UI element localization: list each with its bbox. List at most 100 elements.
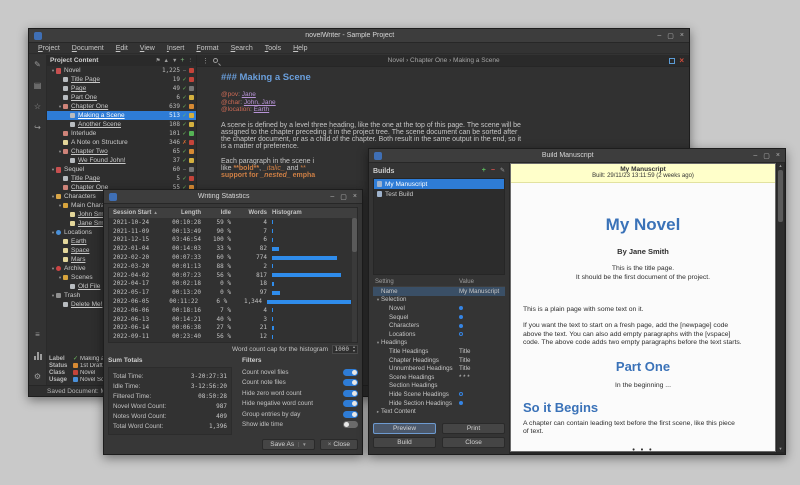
sessions-table-header[interactable]: Session Start▲ Length Idle Words Histogr…: [109, 208, 357, 218]
stats-row[interactable]: 2022-04-0200:07:2356 %817: [109, 271, 357, 280]
close-document-icon[interactable]: ×: [679, 57, 684, 65]
tree-row[interactable]: ▾Chapter Two65✓: [47, 147, 196, 156]
stats-row[interactable]: 2022-06-0600:18:167 %4: [109, 306, 357, 315]
stats-row[interactable]: 2022-06-1400:06:3827 %21: [109, 324, 357, 333]
stats-row[interactable]: 2022-04-1700:02:180 %18: [109, 280, 357, 289]
build-button[interactable]: Build: [373, 437, 436, 448]
writing-stats-icon[interactable]: [34, 352, 42, 360]
settings-gear-icon[interactable]: ⚙: [34, 373, 41, 381]
stats-row[interactable]: 2022-05-1700:13:200 %97: [109, 288, 357, 297]
setting-row[interactable]: Novel: [373, 304, 505, 313]
stats-titlebar[interactable]: Writing Statistics – ▢ ×: [104, 190, 362, 204]
setting-row[interactable]: Sequel: [373, 313, 505, 322]
maximize-button[interactable]: ▢: [340, 193, 347, 201]
sessions-table[interactable]: Session Start▲ Length Idle Words Histogr…: [108, 207, 358, 343]
close-button[interactable]: ×: [353, 193, 357, 201]
list-view-icon[interactable]: ≡: [35, 331, 40, 339]
export-icon[interactable]: ↪: [34, 124, 41, 132]
word-cap-spinner[interactable]: 1000 ▲▼: [332, 345, 358, 354]
stats-row[interactable]: 2022-01-0400:14:0333 %82: [109, 244, 357, 253]
scroll-down-icon[interactable]: ▼: [779, 446, 783, 452]
tree-row[interactable]: We Found John!37✓: [47, 156, 196, 165]
build-list-item[interactable]: My Manuscript: [374, 179, 504, 189]
menu-tools[interactable]: Tools: [259, 45, 287, 52]
menu-help[interactable]: Help: [287, 45, 313, 52]
focus-mode-icon[interactable]: [669, 58, 675, 64]
stats-row[interactable]: 2021-10-2400:10:2859 %4: [109, 218, 357, 227]
tree-row[interactable]: Part One6✓: [47, 93, 196, 102]
setting-row[interactable]: ▾Headings: [373, 339, 505, 348]
tree-row[interactable]: Title Page5✓: [47, 174, 196, 183]
main-titlebar[interactable]: novelWriter - Sample Project – ▢ ×: [29, 29, 689, 43]
col-words[interactable]: Words: [231, 210, 267, 216]
maximize-button[interactable]: ▢: [763, 152, 770, 160]
menu-insert[interactable]: Insert: [161, 45, 191, 52]
close-button[interactable]: ×: [776, 152, 780, 160]
setting-row[interactable]: Hide Section Headings: [373, 399, 505, 408]
minimize-button[interactable]: –: [330, 193, 334, 201]
preview-button[interactable]: Preview: [373, 423, 436, 434]
stats-row[interactable]: 2022-02-2000:07:3360 %774: [109, 253, 357, 262]
build-list-item[interactable]: Test Build: [374, 189, 504, 199]
close-button[interactable]: ×: [680, 32, 684, 40]
filter-toggle[interactable]: [343, 369, 358, 376]
add-item-icon[interactable]: +: [180, 58, 184, 64]
spinner-arrows-icon[interactable]: ▲▼: [351, 346, 357, 353]
bookmark-flag-icon[interactable]: ⚑: [156, 58, 161, 64]
col-session-start[interactable]: Session Start▲: [109, 210, 157, 216]
stats-row[interactable]: 2021-11-0900:13:4990 %7: [109, 227, 357, 236]
project-details-icon[interactable]: ▤: [34, 82, 42, 90]
menu-document[interactable]: Document: [66, 45, 110, 52]
tree-row[interactable]: Another Scene108✓: [47, 120, 196, 129]
tree-row[interactable]: A Note on Structure346✗: [47, 138, 196, 147]
filter-toggle[interactable]: [343, 379, 358, 386]
setting-row[interactable]: Locations: [373, 330, 505, 339]
tag-value[interactable]: John, Jane: [244, 99, 276, 106]
filter-toggle[interactable]: [343, 411, 358, 418]
tree-row[interactable]: ▾Sequel60–: [47, 165, 196, 174]
preview-scrollbar-thumb[interactable]: [778, 170, 783, 222]
tree-row[interactable]: ▾Chapter One639✓: [47, 102, 196, 111]
stats-row[interactable]: 2022-03-2000:01:1388 %2: [109, 262, 357, 271]
menu-format[interactable]: Format: [190, 45, 224, 52]
stats-row[interactable]: 2021-12-1503:46:54100 %6: [109, 236, 357, 245]
menu-view[interactable]: View: [134, 45, 161, 52]
setting-row[interactable]: NameMy Manuscript: [373, 287, 505, 296]
remove-build-icon[interactable]: −: [491, 167, 495, 175]
tree-menu-kebab-icon[interactable]: ⋮: [188, 58, 194, 64]
save-as-dropdown-icon[interactable]: ▼: [298, 442, 306, 447]
setting-row[interactable]: Chapter HeadingsTitle: [373, 356, 505, 365]
setting-row[interactable]: Hide Scene Headings: [373, 390, 505, 399]
print-button[interactable]: Print: [442, 423, 505, 434]
minimize-button[interactable]: –: [657, 32, 661, 40]
preview-scrollbar[interactable]: ▲ ▼: [777, 163, 784, 452]
filter-toggle[interactable]: [343, 390, 358, 397]
add-build-icon[interactable]: +: [482, 167, 486, 175]
setting-row[interactable]: Characters: [373, 321, 505, 330]
col-idle[interactable]: Idle: [201, 210, 231, 216]
maximize-button[interactable]: ▢: [667, 32, 674, 40]
move-down-icon[interactable]: ▼: [172, 58, 177, 64]
move-up-icon[interactable]: ▲: [164, 58, 169, 64]
col-length[interactable]: Length: [157, 210, 201, 216]
setting-row[interactable]: Section Headings: [373, 382, 505, 391]
edit-document-icon[interactable]: ✎: [34, 61, 41, 69]
menu-edit[interactable]: Edit: [110, 45, 134, 52]
setting-row[interactable]: Title HeadingsTitle: [373, 347, 505, 356]
stats-row[interactable]: 2022-06-0500:11:226 %1,344: [109, 297, 357, 306]
editor-menu-kebab-icon[interactable]: ⋮: [202, 57, 209, 65]
setting-row[interactable]: Unnumbered HeadingsTitle: [373, 364, 505, 373]
tag-value[interactable]: Jane: [242, 91, 256, 98]
tree-row[interactable]: Making a Scene513✓: [47, 111, 196, 120]
tree-row[interactable]: Interlude101✓: [47, 129, 196, 138]
tag-value[interactable]: Earth: [254, 106, 270, 113]
tree-row[interactable]: Page49✓: [47, 84, 196, 93]
edit-build-icon[interactable]: ✎: [500, 167, 505, 175]
col-histogram[interactable]: Histogram: [267, 210, 351, 216]
setting-row[interactable]: Scene Headings* * *: [373, 373, 505, 382]
close-build-button[interactable]: Close: [442, 437, 505, 448]
stats-row[interactable]: 2022-06-1300:14:2140 %3: [109, 315, 357, 324]
search-icon[interactable]: [213, 58, 218, 63]
menu-project[interactable]: Project: [32, 45, 66, 52]
menu-search[interactable]: Search: [225, 45, 259, 52]
